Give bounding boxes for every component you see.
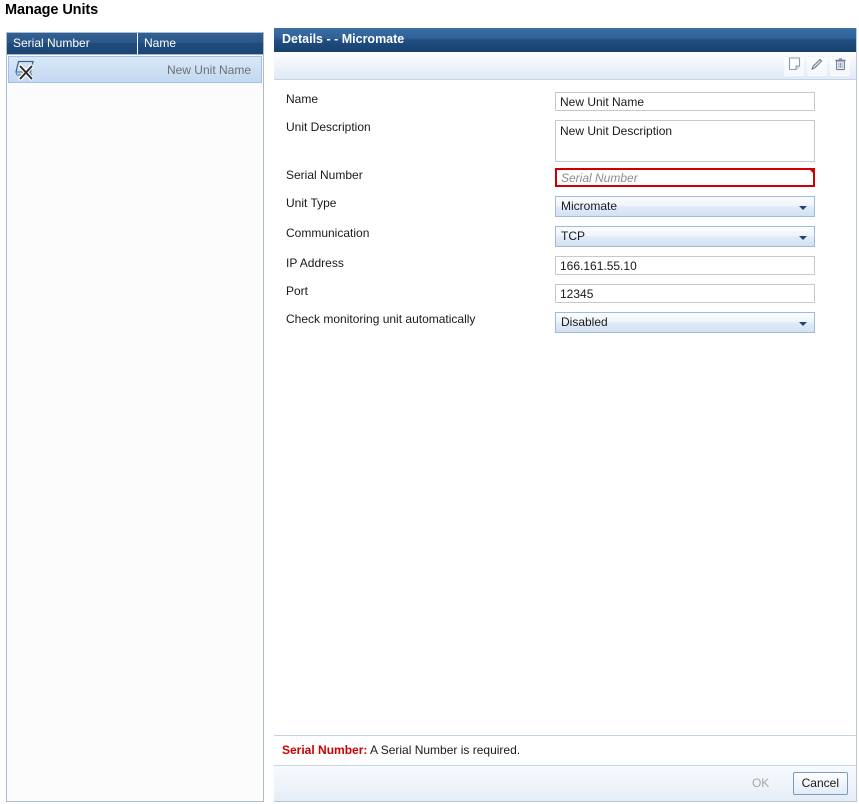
label-check-monitoring-unit-automatically: Check monitoring unit automatically <box>286 312 476 326</box>
note-icon-button[interactable] <box>784 55 804 76</box>
details-footer: OK Cancel <box>274 765 856 801</box>
field-row-communication: Communication TCP <box>274 226 856 256</box>
check-monitoring-select[interactable]: Disabled <box>555 312 815 333</box>
validation-field-name: Serial Number: <box>282 743 368 757</box>
label-name: Name <box>286 92 319 106</box>
field-row-unit-type: Unit Type Micromate <box>274 196 856 226</box>
field-row-unit-description: Unit Description New Unit Description <box>274 120 856 166</box>
ok-button[interactable]: OK <box>738 772 784 795</box>
control-serial-number: Serial Number <box>555 168 815 187</box>
label-ip-address: IP Address <box>286 256 344 270</box>
details-panel: Details - - Micromate Name New Unit Name… <box>274 28 857 802</box>
label-communication: Communication <box>286 226 370 240</box>
cell-unit-name: New Unit Name <box>166 62 251 77</box>
details-toolbar <box>274 52 856 80</box>
details-title-ghost-text <box>404 32 408 46</box>
communication-value: TCP <box>561 229 585 243</box>
chevron-down-icon <box>799 206 807 210</box>
ip-address-input[interactable]: 166.161.55.10 <box>555 256 815 275</box>
field-row-check-monitoring: Check monitoring unit automatically Disa… <box>274 312 856 342</box>
chevron-down-icon <box>799 322 807 326</box>
details-title-bar: Details - - Micromate <box>274 28 856 52</box>
details-form: Name New Unit Name Unit Description New … <box>274 80 856 732</box>
label-unit-type: Unit Type <box>286 196 337 210</box>
field-row-serial-number: Serial Number Serial Number <box>274 168 856 198</box>
control-port: 12345 <box>555 284 815 303</box>
table-row[interactable]: New Unit Name <box>8 56 262 83</box>
validation-error-notch-icon <box>808 170 813 175</box>
validation-summary: Serial Number: A Serial Number is requir… <box>274 735 856 765</box>
label-port: Port <box>286 284 309 298</box>
unit-type-select[interactable]: Micromate <box>555 196 815 217</box>
unit-description-textarea[interactable]: New Unit Description <box>555 120 815 162</box>
cancel-button[interactable]: Cancel <box>792 772 848 795</box>
note-icon <box>788 57 801 74</box>
field-row-port: Port 12345 <box>274 284 856 314</box>
column-header-name[interactable]: Name <box>138 33 263 54</box>
validation-message: A Serial Number is required. <box>370 743 521 757</box>
control-unit-type: Micromate <box>555 196 815 217</box>
page-title: Manage Units <box>5 2 99 18</box>
check-monitoring-value: Disabled <box>561 315 608 329</box>
unit-type-value: Micromate <box>561 199 618 213</box>
chevron-down-icon <box>799 236 807 240</box>
name-input[interactable]: New Unit Name <box>555 92 815 111</box>
control-name: New Unit Name <box>555 92 815 111</box>
label-serial-number: Serial Number <box>286 168 363 182</box>
trash-icon-button[interactable] <box>830 55 850 76</box>
unit-list-rows: New Unit Name <box>7 56 263 83</box>
control-check-monitoring: Disabled <box>555 312 815 333</box>
label-unit-description: Unit Description <box>286 120 371 134</box>
pencil-icon <box>810 57 824 74</box>
unit-list-header: Serial Number Name <box>7 33 263 55</box>
details-title-text: Details - - Micromate <box>282 32 405 46</box>
communication-select[interactable]: TCP <box>555 226 815 247</box>
control-ip-address: 166.161.55.10 <box>555 256 815 275</box>
port-input[interactable]: 12345 <box>555 284 815 303</box>
unit-list-panel: Serial Number Name New Unit Name <box>6 32 264 802</box>
field-row-ip-address: IP Address 166.161.55.10 <box>274 256 856 286</box>
field-row-name: Name New Unit Name <box>274 92 856 122</box>
trash-icon <box>834 57 847 74</box>
serial-number-input[interactable]: Serial Number <box>555 168 815 187</box>
cell-serial-number <box>9 59 137 81</box>
column-header-serial-number[interactable]: Serial Number <box>7 33 138 54</box>
pencil-icon-button[interactable] <box>807 55 827 76</box>
control-communication: TCP <box>555 226 815 247</box>
disconnected-unit-icon <box>14 59 38 81</box>
control-unit-description: New Unit Description <box>555 120 815 162</box>
